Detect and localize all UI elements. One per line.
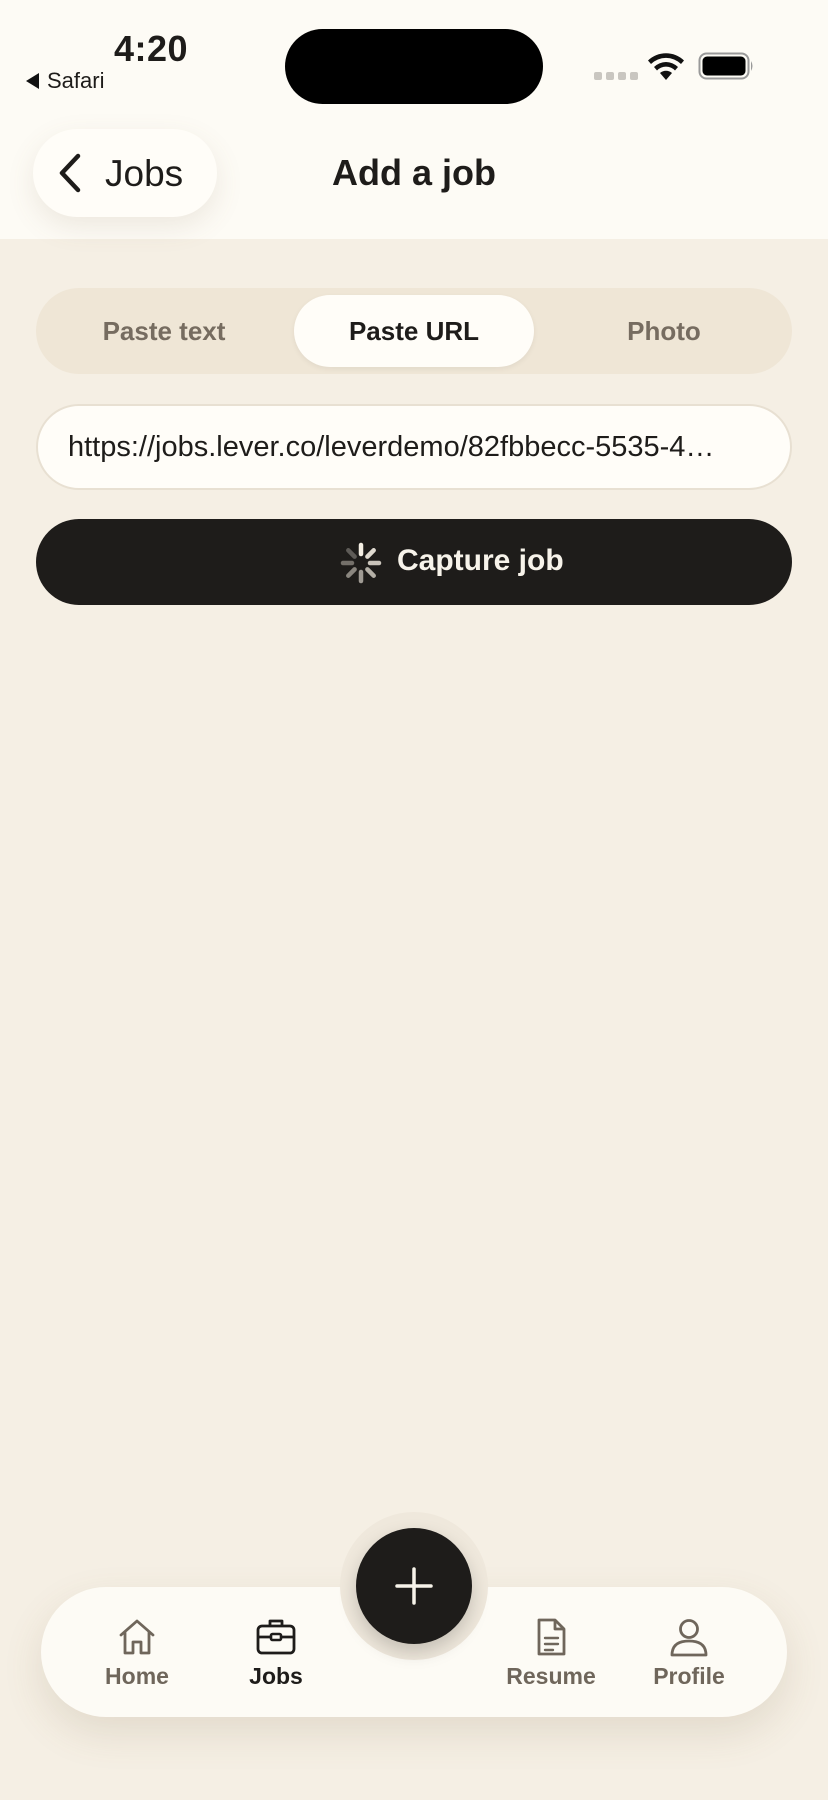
status-bar: 4:20 Safari — [0, 0, 828, 110]
back-app-label: Safari — [47, 68, 105, 93]
tab-paste-text[interactable]: Paste text — [44, 295, 284, 367]
input-mode-segmented-control: Paste text Paste URL Photo — [36, 288, 792, 374]
tab-photo[interactable]: Photo — [544, 295, 784, 367]
nav-item-resume[interactable]: Resume — [491, 1587, 611, 1717]
nav-item-profile[interactable]: Profile — [629, 1587, 749, 1717]
loading-spinner-icon — [340, 542, 382, 584]
status-time: 4:20 — [114, 28, 189, 69]
nav-item-label: Profile — [653, 1663, 725, 1689]
document-icon — [537, 1618, 566, 1656]
person-icon — [670, 1619, 708, 1657]
nav-item-label: Jobs — [249, 1663, 303, 1689]
nav-item-label: Home — [105, 1663, 169, 1689]
nav-header: Jobs Add a job — [0, 110, 828, 239]
nav-item-label: Resume — [506, 1663, 596, 1689]
capture-job-button[interactable]: Capture job — [36, 519, 792, 605]
battery-icon — [698, 52, 753, 80]
briefcase-icon — [256, 1619, 296, 1655]
dynamic-island — [285, 29, 543, 104]
plus-icon — [395, 1567, 433, 1605]
back-triangle-icon — [26, 73, 39, 89]
nav-item-home[interactable]: Home — [77, 1587, 197, 1717]
wifi-icon — [648, 53, 684, 80]
page-title: Add a job — [332, 152, 496, 193]
back-to-app-link[interactable]: Safari — [26, 68, 104, 94]
nav-item-jobs[interactable]: Jobs — [216, 1587, 336, 1717]
house-icon — [119, 1619, 155, 1655]
capture-job-label: Capture job — [397, 544, 564, 577]
add-job-fab-button[interactable] — [356, 1528, 472, 1644]
job-url-input[interactable]: https://jobs.lever.co/leverdemo/82fbbecc… — [36, 404, 792, 490]
cellular-signal-icon — [594, 72, 638, 80]
tab-paste-url[interactable]: Paste URL — [294, 295, 534, 367]
